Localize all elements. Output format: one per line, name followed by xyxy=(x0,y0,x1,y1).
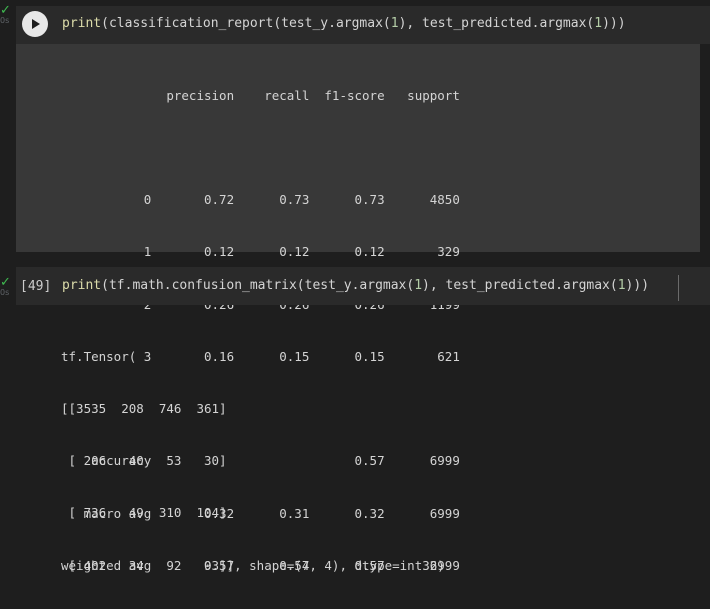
code-fn: print xyxy=(62,278,102,293)
output-line: [ 402 34 92 93]], shape=(4, 4), dtype=in… xyxy=(61,557,445,573)
code-line-1[interactable]: print(classification_report(test_y.argma… xyxy=(62,16,626,31)
cell-1-status: ✓ 0s xyxy=(0,4,14,25)
confusion-matrix-output: tf.Tensor( [[3535 208 746 361] [ 206 40 … xyxy=(61,313,445,609)
execution-count: [49] xyxy=(20,279,52,294)
code-part: ), test_predicted.argmax( xyxy=(422,278,618,293)
code-part: ), test_predicted.argmax( xyxy=(398,16,595,31)
exec-time: 0s xyxy=(0,16,10,25)
code-part: (classification_report(test_y.argmax( xyxy=(101,16,391,31)
output-line: [ 206 40 53 30] xyxy=(61,453,227,469)
code-number: 1 xyxy=(617,278,626,293)
output-line: [ 736 49 310 104] xyxy=(61,505,227,521)
output-line: tf.Tensor( xyxy=(61,348,137,364)
code-number: 1 xyxy=(594,16,603,31)
output-line: precision recall f1-score support xyxy=(61,87,460,103)
output-line: 0 0.72 0.73 0.73 4850 xyxy=(61,192,460,208)
output-line: 1 0.12 0.12 0.12 329 xyxy=(61,244,460,260)
code-part: (tf.math.confusion_matrix(test_y.argmax( xyxy=(101,278,415,293)
code-number: 1 xyxy=(414,278,423,293)
code-part: ))) xyxy=(625,278,650,293)
cell-2-status: ✓ 0s xyxy=(0,276,14,297)
play-icon[interactable] xyxy=(22,11,48,37)
code-line-2[interactable]: print(tf.math.confusion_matrix(test_y.ar… xyxy=(62,278,649,293)
exec-time: 0s xyxy=(0,288,10,297)
code-number: 1 xyxy=(390,16,399,31)
code-part: ))) xyxy=(602,16,626,31)
output-line: [[3535 208 746 361] xyxy=(61,401,227,417)
cell-divider xyxy=(678,275,679,301)
code-fn: print xyxy=(62,16,102,31)
